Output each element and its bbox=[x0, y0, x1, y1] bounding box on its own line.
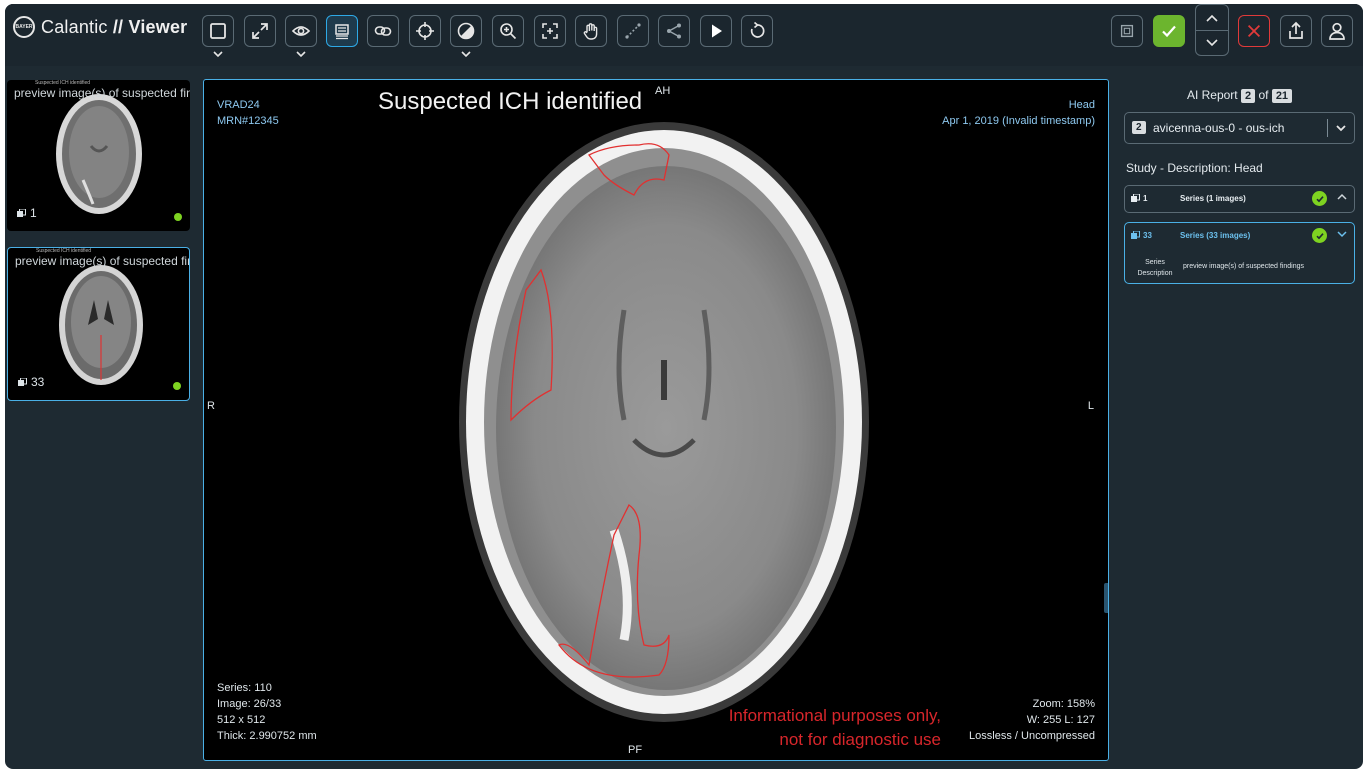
algorithm-select[interactable]: 2 avicenna-ous-0 - ous-ich bbox=[1124, 112, 1355, 144]
viewer-window: BAYER Calantic // Viewer Suspected ICH i… bbox=[5, 4, 1363, 769]
series-card-1[interactable]: 1 Series (1 images) bbox=[1124, 185, 1355, 213]
stack-icon bbox=[1131, 194, 1140, 202]
check-icon bbox=[1162, 25, 1176, 38]
chevron-down-icon[interactable] bbox=[212, 50, 224, 58]
report-view-button[interactable] bbox=[1111, 15, 1143, 47]
stack-icon bbox=[17, 208, 26, 217]
next-button[interactable] bbox=[1196, 30, 1228, 55]
top-toolbar: BAYER Calantic // Viewer bbox=[5, 4, 1363, 66]
check-circle-icon bbox=[1312, 191, 1327, 206]
app-title: Calantic // Viewer bbox=[41, 16, 188, 37]
share-button[interactable] bbox=[658, 15, 690, 47]
chevron-up-icon[interactable] bbox=[1336, 191, 1348, 203]
ct-thumbnail-image bbox=[56, 94, 142, 214]
reset-icon bbox=[750, 21, 765, 38]
findings-headline: Suspected ICH identified bbox=[378, 88, 643, 115]
crosshair-button[interactable] bbox=[409, 15, 441, 47]
chevron-down-icon[interactable] bbox=[1336, 228, 1348, 240]
ai-report-title: AI Report 2 of 21 bbox=[1124, 88, 1355, 103]
layout-button[interactable] bbox=[202, 15, 234, 47]
orientation-bottom: PF bbox=[628, 744, 643, 756]
user-button[interactable] bbox=[1321, 15, 1353, 47]
user-icon bbox=[1329, 22, 1345, 40]
link-icon bbox=[374, 26, 392, 36]
orientation-right: L bbox=[1087, 400, 1094, 412]
eye-icon bbox=[291, 26, 311, 36]
panel-resize-handle[interactable] bbox=[1104, 583, 1108, 613]
fit-button[interactable] bbox=[534, 15, 566, 47]
series-card-33[interactable]: 33 Series (33 images) Series Description… bbox=[1124, 222, 1355, 284]
bayer-logo-icon: BAYER bbox=[13, 16, 35, 38]
previous-button[interactable] bbox=[1196, 5, 1228, 30]
reset-button[interactable] bbox=[741, 15, 773, 47]
ct-thumbnail-image bbox=[59, 265, 143, 385]
orientation-top: AH bbox=[655, 85, 671, 97]
image-viewport[interactable]: Suspected ICH identified VRAD24 MRN#1234… bbox=[203, 79, 1109, 761]
measure-button[interactable] bbox=[617, 15, 649, 47]
disclaimer: Informational purposes only, not for dia… bbox=[728, 706, 941, 749]
play-icon bbox=[712, 24, 722, 38]
orientation-left: R bbox=[207, 400, 215, 412]
fit-icon bbox=[542, 23, 558, 39]
link-button[interactable] bbox=[367, 15, 399, 47]
patient-info: VRAD24 MRN#12345 bbox=[217, 99, 279, 127]
thumbnail-label: preview image(s) of suspected findings bbox=[14, 86, 190, 100]
ct-scan-image bbox=[459, 122, 869, 722]
contrast-icon bbox=[457, 22, 475, 40]
ruler-icon bbox=[625, 23, 641, 39]
chevron-down-icon[interactable] bbox=[460, 50, 472, 58]
zoom-icon bbox=[500, 23, 517, 40]
export-button[interactable] bbox=[1280, 15, 1312, 47]
series-thumbnail-33[interactable]: Suspected ICH identified preview image(s… bbox=[7, 247, 190, 401]
stack-icon bbox=[335, 24, 349, 40]
series-description-key: Series Description bbox=[1137, 259, 1173, 277]
image-count: 1 bbox=[17, 206, 37, 220]
image-count: 33 bbox=[18, 375, 44, 389]
status-dot bbox=[174, 213, 182, 221]
study-description: Study - Description: Head bbox=[1126, 161, 1263, 175]
square-icon bbox=[210, 23, 226, 39]
series-description-value: preview image(s) of suspected findings bbox=[1183, 263, 1305, 270]
expand-icon bbox=[252, 23, 268, 39]
crosshair-icon bbox=[416, 22, 434, 40]
status-dot bbox=[173, 382, 181, 390]
stack-icon bbox=[18, 377, 27, 386]
thumbnail-label: preview image(s) of suspected findings bbox=[15, 254, 189, 268]
upload-icon bbox=[1289, 21, 1303, 39]
brand: BAYER Calantic // Viewer bbox=[13, 16, 187, 38]
zoom-button[interactable] bbox=[492, 15, 524, 47]
play-button[interactable] bbox=[700, 15, 732, 47]
document-icon bbox=[1120, 24, 1134, 38]
study-info: Head Apr 1, 2019 (Invalid timestamp) bbox=[942, 99, 1095, 127]
chevron-down-icon bbox=[1336, 125, 1346, 132]
window-level-button[interactable] bbox=[450, 15, 482, 47]
series-thumbnail-1[interactable]: Suspected ICH identified preview image(s… bbox=[7, 80, 190, 231]
pan-button[interactable] bbox=[575, 15, 607, 47]
reject-button[interactable] bbox=[1238, 15, 1270, 47]
share-icon bbox=[667, 23, 681, 39]
hand-icon bbox=[583, 23, 598, 40]
stack-icon bbox=[1131, 231, 1140, 239]
chevron-down-icon[interactable] bbox=[295, 50, 307, 58]
study-nav bbox=[1195, 4, 1229, 56]
visibility-button[interactable] bbox=[285, 15, 317, 47]
fullscreen-button[interactable] bbox=[244, 15, 276, 47]
display-info: Zoom: 158% W: 255 L: 127 Lossless / Unco… bbox=[969, 698, 1095, 742]
stack-scroll-button[interactable] bbox=[326, 15, 358, 47]
chevron-down-icon bbox=[1206, 39, 1218, 47]
image-info: Series: 110 Image: 26/33 512 x 512 Thick… bbox=[217, 682, 317, 742]
close-icon bbox=[1247, 24, 1261, 38]
check-circle-icon bbox=[1312, 228, 1327, 243]
approve-button[interactable] bbox=[1153, 15, 1185, 47]
chevron-up-icon bbox=[1206, 14, 1218, 22]
